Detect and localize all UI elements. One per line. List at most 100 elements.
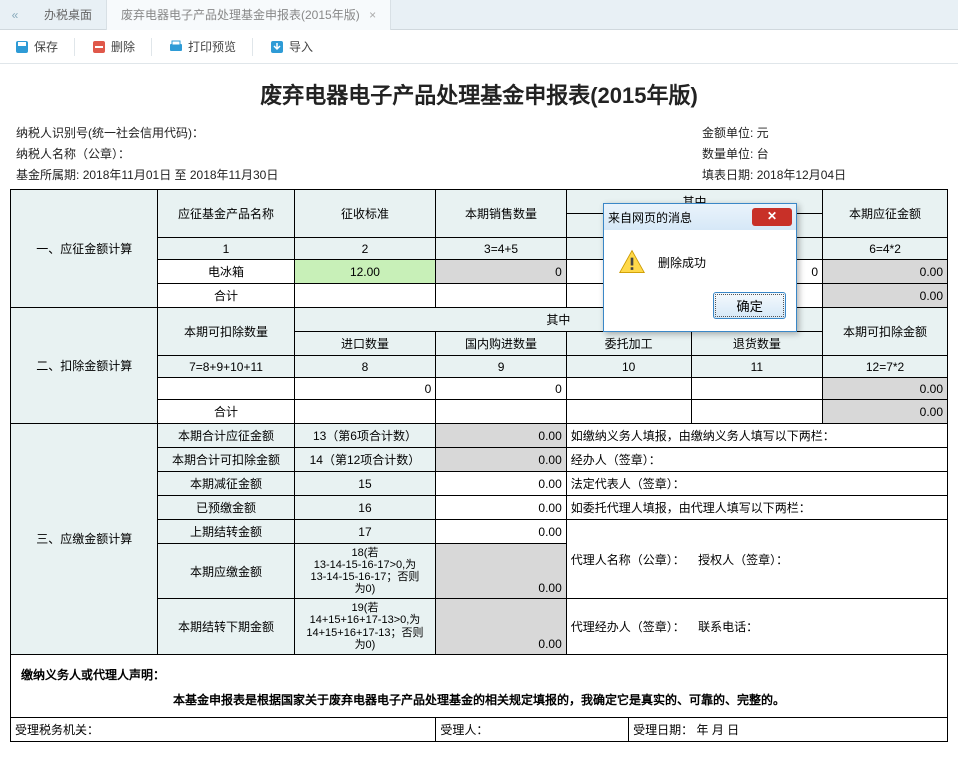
v7[interactable] bbox=[158, 378, 294, 400]
c9: 9 bbox=[436, 356, 566, 378]
separator bbox=[252, 38, 253, 56]
unit-qty: 数量单位: 台 bbox=[702, 145, 942, 162]
c6: 6=4*2 bbox=[823, 238, 948, 260]
s12: 0.00 bbox=[823, 400, 948, 424]
printer-icon bbox=[168, 39, 184, 55]
main-table: 一、应征金额计算 应征基金产品名称 征收标准 本期销售数量 其中 本期应征金额 … bbox=[10, 189, 948, 742]
v16[interactable]: 0.00 bbox=[436, 496, 566, 520]
dialog-close-button[interactable]: ✕ bbox=[752, 208, 792, 226]
due-cell: 0.00 bbox=[823, 260, 948, 284]
v17[interactable]: 0.00 bbox=[436, 520, 566, 544]
return: 退货数量 bbox=[691, 332, 823, 356]
weituo: 委托加工 bbox=[566, 332, 691, 356]
page-title: 废弃电器电子产品处理基金申报表(2015年版) bbox=[10, 78, 948, 110]
r13l: 本期合计应征金额 bbox=[158, 424, 294, 448]
toolbar: 保存 删除 打印预览 导入 bbox=[0, 30, 958, 64]
section1-label: 一、应征金额计算 bbox=[11, 190, 158, 308]
import: 进口数量 bbox=[294, 332, 436, 356]
delete-icon bbox=[91, 39, 107, 55]
import-icon bbox=[269, 39, 285, 55]
sales-cell[interactable]: 0 bbox=[436, 260, 566, 284]
period-value: 2018年11月01日 至 2018年11月30日 bbox=[83, 168, 279, 182]
c12: 12=7*2 bbox=[823, 356, 948, 378]
section2-label: 二、扣除金额计算 bbox=[11, 308, 158, 424]
c8: 8 bbox=[294, 356, 436, 378]
s9 bbox=[436, 400, 566, 424]
r14: 14（第12项合计数） bbox=[294, 448, 436, 472]
sum1-6: 0.00 bbox=[823, 284, 948, 308]
col-due: 本期应征金额 bbox=[823, 190, 948, 238]
col-rate: 征收标准 bbox=[294, 190, 436, 238]
s10 bbox=[566, 400, 691, 424]
footer-person: 受理人： bbox=[436, 717, 629, 741]
sum1-label: 合计 bbox=[158, 284, 294, 308]
import-button[interactable]: 导入 bbox=[261, 34, 321, 59]
taxpayer-name-label: 纳税人名称（公章）： bbox=[16, 145, 702, 162]
r17l: 上期结转金额 bbox=[158, 520, 294, 544]
rate-cell[interactable]: 12.00 bbox=[294, 260, 436, 284]
save-button[interactable]: 保存 bbox=[6, 34, 66, 59]
tab-label: 废弃电器电子产品处理基金申报表(2015年版) bbox=[121, 8, 360, 22]
v13: 0.00 bbox=[436, 424, 566, 448]
sum1-3 bbox=[436, 284, 566, 308]
fill-date-label: 填表日期: bbox=[702, 168, 753, 182]
c2: 2 bbox=[294, 238, 436, 260]
tab-fund-form[interactable]: 废弃电器电子产品处理基金申报表(2015年版) × bbox=[107, 0, 391, 30]
dialog-message: 删除成功 bbox=[658, 254, 706, 271]
c1: 1 bbox=[158, 238, 294, 260]
c7: 7=8+9+10+11 bbox=[158, 356, 294, 378]
r14l: 本期合计可扣除金额 bbox=[158, 448, 294, 472]
sum2-label: 合计 bbox=[158, 400, 294, 424]
delete-button[interactable]: 删除 bbox=[83, 34, 143, 59]
dialog-ok-button[interactable]: 确定 bbox=[713, 292, 786, 319]
note5: 代理人名称（公章）： 授权人（签章）： bbox=[566, 520, 947, 599]
r19: 19(若 14+15+16+17-13>0,为 14+15+16+17-13；否… bbox=[294, 599, 436, 654]
r15: 15 bbox=[294, 472, 436, 496]
c11: 11 bbox=[691, 356, 823, 378]
dedqty: 本期可扣除数量 bbox=[158, 308, 294, 356]
diag bbox=[294, 284, 436, 308]
product-cell[interactable]: 电冰箱 bbox=[158, 260, 294, 284]
c3: 3=4+5 bbox=[436, 238, 566, 260]
save-icon bbox=[14, 39, 30, 55]
r15l: 本期减征金额 bbox=[158, 472, 294, 496]
taxpayer-id-label: 纳税人识别号(统一社会信用代码)： bbox=[16, 124, 702, 141]
period-label: 基金所属期: bbox=[16, 168, 79, 182]
r18l: 本期应缴金额 bbox=[158, 544, 294, 599]
separator bbox=[151, 38, 152, 56]
c10: 10 bbox=[566, 356, 691, 378]
separator bbox=[74, 38, 75, 56]
v14: 0.00 bbox=[436, 448, 566, 472]
tabs-back-button[interactable]: « bbox=[0, 8, 30, 22]
declaration-body: 本基金申报表是根据国家关于废弃电器电子产品处理基金的相关规定填报的，我确定它是真… bbox=[15, 691, 943, 708]
tab-desktop[interactable]: 办税桌面 bbox=[30, 0, 107, 30]
note3: 法定代表人（签章）： bbox=[566, 472, 947, 496]
v12: 0.00 bbox=[823, 378, 948, 400]
tab-bar: « 办税桌面 废弃电器电子产品处理基金申报表(2015年版) × bbox=[0, 0, 958, 30]
declaration-head: 缴纳义务人或代理人声明： bbox=[15, 664, 943, 685]
print-preview-button[interactable]: 打印预览 bbox=[160, 34, 244, 59]
s11 bbox=[691, 400, 823, 424]
note1: 如缴纳义务人填报，由缴纳义务人填写以下两栏： bbox=[566, 424, 947, 448]
v8[interactable]: 0 bbox=[294, 378, 436, 400]
dedamt: 本期可扣除金额 bbox=[823, 308, 948, 356]
preview-label: 打印预览 bbox=[188, 38, 236, 55]
v15[interactable]: 0.00 bbox=[436, 472, 566, 496]
r13: 13（第6项合计数） bbox=[294, 424, 436, 448]
r16l: 已预缴金额 bbox=[158, 496, 294, 520]
delete-label: 删除 bbox=[111, 38, 135, 55]
unit-amount: 金额单位: 元 bbox=[702, 124, 942, 141]
v9[interactable]: 0 bbox=[436, 378, 566, 400]
r16: 16 bbox=[294, 496, 436, 520]
v19: 0.00 bbox=[436, 599, 566, 654]
note6: 代理经办人（签章）： 联系电话： bbox=[566, 599, 947, 654]
close-icon[interactable]: × bbox=[369, 8, 376, 22]
dialog-title: 来自网页的消息 bbox=[608, 209, 692, 226]
col-sales: 本期销售数量 bbox=[436, 190, 566, 238]
v10[interactable] bbox=[566, 378, 691, 400]
fill-date: 2018年12月04日 bbox=[757, 168, 846, 182]
section3-label: 三、应缴金额计算 bbox=[11, 424, 158, 655]
v11[interactable] bbox=[691, 378, 823, 400]
form-page: 废弃电器电子产品处理基金申报表(2015年版) 纳税人识别号(统一社会信用代码)… bbox=[0, 64, 958, 777]
note4: 如委托代理人填报，由代理人填写以下两栏： bbox=[566, 496, 947, 520]
